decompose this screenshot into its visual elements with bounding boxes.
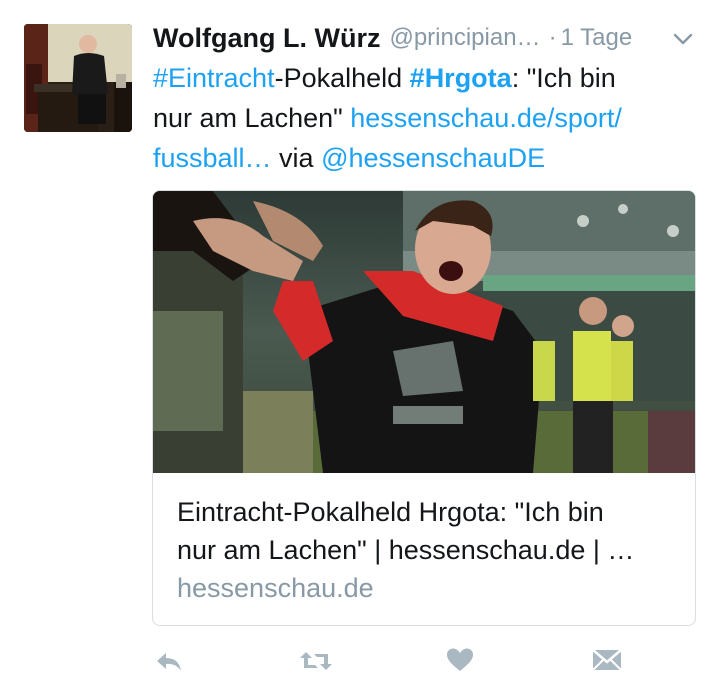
hashtag-hrgota[interactable]: #Hrgota [410,63,512,93]
tweet-text-segment: -Pokalheld [274,63,410,93]
tweet-text-segment: nur am Lachen" [153,103,351,133]
direct-message-icon[interactable] [592,646,622,674]
mention-hessenschau[interactable]: @hessenschauDE [321,143,545,173]
author-avatar[interactable] [24,24,132,132]
like-icon[interactable] [446,646,474,674]
author-name[interactable]: Wolfgang L. Würz [153,23,380,54]
tweet-actions [152,642,697,682]
article-link-continued[interactable]: fussball… [153,143,272,173]
tweet-text-segment: via [271,143,322,173]
tweet-header: Wolfgang L. Würz @principian… · 1 Tage [153,18,698,58]
reply-icon[interactable] [154,646,184,676]
tweet-text-line-2: nur am Lachen" hessenschau.de/sport/ [153,98,698,138]
separator-dot: · [548,24,557,51]
link-preview-card[interactable]: Eintracht-Pokalheld Hrgota: "Ich bin nur… [152,190,696,626]
tweet-text: #Eintracht-Pokalheld #Hrgota: "Ich bin n… [153,58,698,178]
avatar-photo [24,24,132,132]
tweet-timestamp[interactable]: 1 Tage [561,24,633,52]
tweet-text-line-1: #Eintracht-Pokalheld #Hrgota: "Ich bin [153,58,698,98]
card-title-line-2: nur am Lachen" | hessenschau.de | … [177,535,635,565]
article-link[interactable]: hessenschau.de/sport/ [350,103,622,133]
card-title-line-1: Eintracht-Pokalheld Hrgota: "Ich bin [177,497,604,527]
card-title: Eintracht-Pokalheld Hrgota: "Ich bin nur… [177,493,677,569]
chevron-down-icon[interactable] [672,28,694,50]
card-image [153,191,695,473]
retweet-icon[interactable] [298,646,334,676]
tweet-text-segment: : "Ich bin [511,63,616,93]
hashtag-eintracht[interactable]: #Eintracht [153,63,275,93]
card-domain: hessenschau.de [177,573,374,603]
tweet-text-line-3: fussball… via @hessenschauDE [153,138,698,178]
author-handle[interactable]: @principian… [389,24,540,52]
